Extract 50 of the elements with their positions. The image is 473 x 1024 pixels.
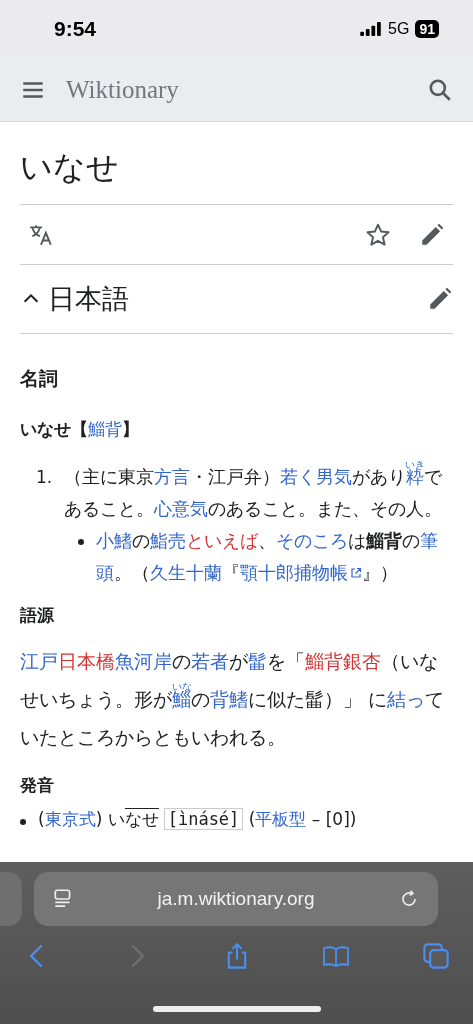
link[interactable]: 筆	[420, 531, 438, 551]
link[interactable]: 日本橋	[58, 651, 115, 672]
battery-level: 91	[415, 20, 439, 38]
link[interactable]: 魚河岸	[115, 651, 172, 672]
link[interactable]: といえば	[186, 531, 258, 551]
section-heading[interactable]: 日本語	[48, 281, 129, 317]
edit-icon[interactable]	[419, 221, 445, 248]
link[interactable]: そのころ	[276, 531, 348, 551]
tabs-icon[interactable]	[421, 942, 451, 970]
link[interactable]: 鯔背銀杏	[305, 651, 381, 672]
subsection-heading: 発音	[20, 775, 54, 797]
link[interactable]: 髷	[248, 651, 267, 672]
link[interactable]: 背鰭	[210, 689, 248, 710]
link[interactable]: 顎十郎捕物帳	[240, 563, 362, 583]
definition-text: （主に東京方言・江戸弁）若く男気があり いき 粋であること。心意気のあること。また、その人。	[64, 461, 443, 521]
link[interactable]: 久生十蘭	[150, 563, 222, 583]
link[interactable]: 鯔背	[88, 419, 122, 439]
bullet-icon	[20, 819, 26, 825]
link[interactable]: 若者	[191, 651, 229, 672]
link[interactable]: 平板型	[255, 809, 307, 829]
link[interactable]: 頭	[96, 563, 114, 583]
link[interactable]: 若く男気	[280, 467, 352, 487]
network-label: 5G	[388, 20, 410, 38]
list-number: 1.	[36, 466, 54, 489]
link[interactable]: 方言	[154, 467, 190, 487]
link[interactable]: 粋	[406, 467, 424, 487]
subsection-heading: 語源	[20, 605, 54, 627]
address-bar[interactable]: ja.m.wiktionary.org	[34, 872, 438, 926]
link[interactable]: 東京式	[44, 809, 96, 829]
pronunciation-text: (東京式) いなせ [ìnásé] (平板型 – [0])	[38, 807, 357, 832]
star-icon[interactable]	[365, 221, 391, 248]
external-link-icon	[350, 567, 362, 579]
link[interactable]: 江戸	[20, 651, 58, 672]
bullet-icon	[78, 539, 84, 545]
ipa-transcription: [ìnásé]	[163, 808, 244, 830]
signal-icon	[360, 22, 383, 36]
edit-icon[interactable]	[427, 286, 453, 312]
page-title: いなせ	[20, 146, 453, 205]
link[interactable]: 鮨売	[150, 531, 186, 551]
link[interactable]: 結っ	[386, 689, 425, 710]
url-text[interactable]: ja.m.wiktionary.org	[157, 888, 315, 910]
ruby-reading: いな	[171, 681, 192, 692]
etymology-text: 江戸 日本橋魚河岸の若者が髷を「鯔背銀杏（いなせいちょう。形が いな 鯔の背鰭に似た髷）」 に結っ ていたところからともいわれる。	[20, 650, 445, 750]
ruby-reading: いき	[405, 459, 425, 470]
link[interactable]: 小鰭	[96, 531, 132, 551]
subsection-heading: 名詞	[20, 366, 58, 391]
example-sentence: 小鰭の鮨売 といえば、そのころは鯔背の筆 頭。（久生十蘭『顎十郎捕物帳 』）	[96, 530, 439, 585]
headword: いなせ【鯔背】	[20, 418, 140, 441]
link[interactable]: 心意気	[154, 499, 208, 519]
status-time: 9:54	[54, 17, 97, 41]
